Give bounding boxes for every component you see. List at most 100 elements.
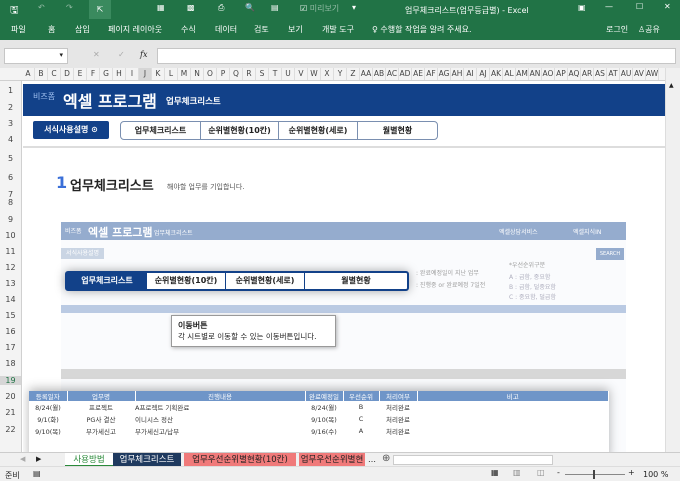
worksheet[interactable]: 비즈폼 엑셀 프로그램 업무체크리스트 서식사용설명 ⊙ 업무체크리스트 순위별… xyxy=(23,81,665,452)
column-header[interactable]: Z xyxy=(347,68,360,80)
column-header[interactable]: V xyxy=(295,68,308,80)
column-header[interactable]: AK xyxy=(490,68,503,80)
more-tabs-icon[interactable]: … xyxy=(368,455,376,464)
scroll-up-icon[interactable]: ▲ xyxy=(669,82,674,89)
chevron-down-icon[interactable]: ▾ xyxy=(59,51,63,59)
help-button[interactable]: 서식사용설명 ⊙ xyxy=(33,121,109,139)
row-header[interactable]: 5 xyxy=(0,154,21,163)
column-header[interactable]: B xyxy=(35,68,48,80)
tab-view[interactable]: 보기 xyxy=(288,24,303,35)
insert-function-icon[interactable]: fx xyxy=(140,50,147,59)
column-header[interactable]: AR xyxy=(581,68,594,80)
ribbon-display-icon[interactable]: ▣ xyxy=(578,3,586,12)
column-header[interactable]: AB xyxy=(373,68,386,80)
column-header[interactable]: I xyxy=(126,68,139,80)
table-icon[interactable]: ▩ xyxy=(187,3,195,12)
column-header[interactable]: S xyxy=(256,68,269,80)
row-header[interactable]: 8 xyxy=(0,198,21,207)
row-header[interactable]: 1 xyxy=(0,86,21,95)
row-header[interactable]: 19 xyxy=(0,376,21,385)
column-header[interactable]: H xyxy=(113,68,126,80)
column-header[interactable]: AH xyxy=(451,68,464,80)
sheet-tab-usage[interactable]: 사용방법 xyxy=(65,453,113,467)
zoom-level[interactable]: 100 % xyxy=(643,470,668,479)
column-header[interactable]: AA xyxy=(360,68,373,80)
column-header[interactable]: AU xyxy=(620,68,633,80)
formula-input[interactable] xyxy=(157,48,676,64)
column-header[interactable]: O xyxy=(204,68,217,80)
select-icon[interactable]: ⇱ xyxy=(89,0,111,19)
grid-icon[interactable]: ▤ xyxy=(271,3,279,12)
enter-icon[interactable]: ✓ xyxy=(118,50,125,59)
column-header[interactable]: AE xyxy=(412,68,425,80)
column-header[interactable]: AQ xyxy=(568,68,581,80)
login-link[interactable]: 로그인 xyxy=(606,24,628,35)
tab-developer[interactable]: 개발 도구 xyxy=(322,24,354,35)
save-icon[interactable]: 🖫 xyxy=(10,3,19,20)
nav-rank10-button[interactable]: 순위별현황(10칸) xyxy=(201,122,279,140)
column-header[interactable]: C xyxy=(48,68,61,80)
row-header[interactable]: 13 xyxy=(0,279,21,288)
column-header[interactable]: AW xyxy=(646,68,660,80)
column-header[interactable]: AL xyxy=(503,68,516,80)
column-header[interactable]: A xyxy=(22,68,35,80)
tab-page-layout[interactable]: 페이지 레이아웃 xyxy=(108,24,162,35)
column-header[interactable]: M xyxy=(178,68,191,80)
page-break-view-icon[interactable]: ◫ xyxy=(537,468,545,477)
column-header[interactable]: AD xyxy=(399,68,412,80)
column-header[interactable]: E xyxy=(74,68,87,80)
tab-review[interactable]: 검토 xyxy=(254,24,269,35)
zoom-slider[interactable] xyxy=(565,470,625,479)
tab-home[interactable]: 홈 xyxy=(48,24,55,35)
zoom-in-button[interactable]: + xyxy=(628,468,635,477)
column-header[interactable]: L xyxy=(165,68,178,80)
column-header[interactable]: AV xyxy=(633,68,646,80)
column-header[interactable]: G xyxy=(100,68,113,80)
customize-qat-icon[interactable]: ▾ xyxy=(352,3,356,12)
row-header[interactable]: 9 xyxy=(0,215,21,224)
column-header[interactable]: N xyxy=(191,68,204,80)
row-header[interactable]: 22 xyxy=(0,425,21,434)
column-header[interactable]: K xyxy=(152,68,165,80)
column-header[interactable]: F xyxy=(87,68,100,80)
row-header[interactable]: 17 xyxy=(0,343,21,352)
column-header[interactable]: AC xyxy=(386,68,399,80)
row-header[interactable]: 6 xyxy=(0,173,21,182)
tab-data[interactable]: 데이터 xyxy=(215,24,237,35)
tab-scroll-right-icon[interactable]: ▶ xyxy=(36,455,41,463)
column-header[interactable]: P xyxy=(217,68,230,80)
column-header[interactable]: AT xyxy=(607,68,620,80)
column-header[interactable]: AG xyxy=(438,68,451,80)
nav-rank-vertical-button[interactable]: 순위별현황(세로) xyxy=(279,122,358,140)
tell-me-search[interactable]: ♀ 수행할 작업을 알려 주세요. xyxy=(372,24,472,35)
column-header[interactable]: AM xyxy=(516,68,529,80)
sheet-tab-rank-more[interactable]: 업무우선순위별현 xyxy=(299,453,365,467)
horizontal-scrollbar[interactable] xyxy=(393,455,553,465)
column-header[interactable]: Q xyxy=(230,68,243,80)
column-header[interactable]: R xyxy=(243,68,256,80)
vertical-scrollbar[interactable]: ▲ xyxy=(665,68,680,452)
tab-formulas[interactable]: 수식 xyxy=(181,24,196,35)
column-header[interactable]: AN xyxy=(529,68,542,80)
column-header[interactable]: AP xyxy=(555,68,568,80)
close-button[interactable]: ✕ xyxy=(664,2,671,11)
undo-icon[interactable]: ↶ xyxy=(38,3,45,12)
row-header[interactable]: 3 xyxy=(0,119,21,128)
column-header[interactable]: X xyxy=(321,68,334,80)
sheet-tab-checklist[interactable]: 업무체크리스트 xyxy=(113,453,181,467)
zoom-out-button[interactable]: - xyxy=(557,468,560,477)
column-header[interactable]: T xyxy=(269,68,282,80)
row-header[interactable]: 11 xyxy=(0,247,21,256)
cancel-icon[interactable]: ✕ xyxy=(93,50,100,59)
column-header[interactable]: Y xyxy=(334,68,347,80)
column-header[interactable]: AJ xyxy=(477,68,490,80)
row-header[interactable]: 4 xyxy=(0,135,21,144)
tab-insert[interactable]: 삽입 xyxy=(75,24,90,35)
row-header[interactable]: 12 xyxy=(0,263,21,272)
column-header[interactable]: AO xyxy=(542,68,555,80)
form-icon[interactable]: ▦ xyxy=(157,3,165,12)
column-header[interactable]: U xyxy=(282,68,295,80)
name-box[interactable]: ▾ xyxy=(4,48,68,64)
column-header[interactable]: AI xyxy=(464,68,477,80)
zoom-slider-thumb[interactable] xyxy=(593,470,595,479)
